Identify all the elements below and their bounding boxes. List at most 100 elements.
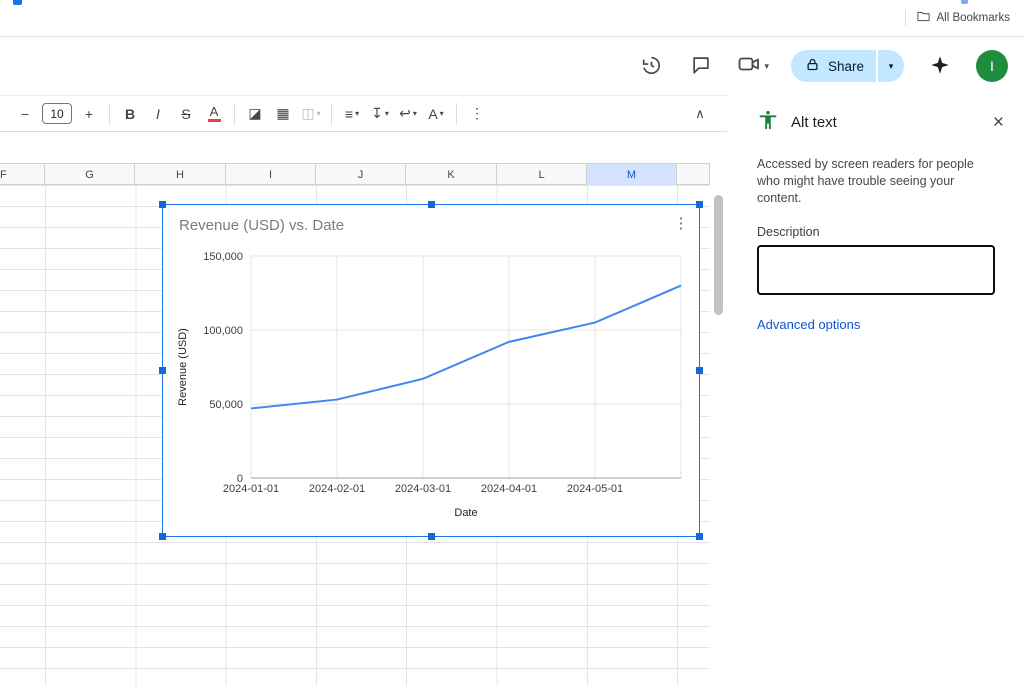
embedded-chart[interactable]: Revenue (USD) vs. Date ⋮ 050,000100,0001…	[162, 204, 700, 537]
comments-button[interactable]	[687, 52, 715, 80]
text-wrap-icon: ↩	[399, 105, 411, 122]
column-header-I[interactable]: I	[226, 164, 316, 185]
chart-plot: 050,000100,000150,0002024-01-012024-02-0…	[163, 205, 701, 538]
panel-title: Alt text	[791, 114, 981, 131]
svg-text:2024-05-01: 2024-05-01	[567, 483, 623, 495]
svg-text:Revenue (USD): Revenue (USD)	[177, 328, 189, 406]
increase-font-size-button[interactable]: +	[76, 101, 102, 127]
toolbar-divider	[109, 103, 110, 125]
toolbar-divider	[331, 103, 332, 125]
column-header-H[interactable]: H	[135, 164, 226, 185]
text-color-icon: A	[210, 105, 219, 118]
toolbar-divider	[456, 103, 457, 125]
increase-font-size-icon: +	[85, 106, 93, 122]
account-avatar[interactable]: I	[976, 50, 1008, 82]
advanced-options-link[interactable]: Advanced options	[757, 317, 860, 332]
column-header-J[interactable]: J	[316, 164, 406, 185]
merge-cells-button[interactable]: ◫▾	[298, 101, 324, 127]
lock-icon	[805, 57, 820, 75]
chart-resize-handle-e[interactable]	[696, 367, 703, 374]
svg-text:2024-01-01: 2024-01-01	[223, 483, 279, 495]
vertical-align-button[interactable]: ↧▾	[367, 101, 393, 127]
chart-resize-handle-w[interactable]	[159, 367, 166, 374]
gemini-button[interactable]	[926, 52, 954, 80]
app-header: ▾ Share ▾ I	[0, 37, 1024, 95]
dropdown-caret-icon: ▾	[413, 109, 417, 118]
bold-icon: B	[125, 106, 135, 122]
vertical-scrollbar[interactable]	[710, 185, 727, 686]
text-color-button[interactable]: A	[201, 101, 227, 127]
column-header-F[interactable]: F	[0, 164, 45, 185]
toolbar-divider	[234, 103, 235, 125]
history-icon	[640, 54, 662, 79]
dropdown-caret-icon: ▾	[355, 109, 359, 118]
more-toolbar-icon: ⋮	[470, 105, 484, 122]
share-label: Share	[828, 59, 864, 74]
svg-text:2024-04-01: 2024-04-01	[481, 483, 537, 495]
decrease-font-size-icon: −	[21, 106, 29, 122]
horizontal-align-icon: ≡	[345, 106, 353, 122]
chart-resize-handle-se[interactable]	[696, 533, 703, 540]
italic-icon: I	[156, 106, 160, 122]
borders-icon: ▦	[276, 105, 289, 122]
more-toolbar-button[interactable]: ⋮	[464, 101, 490, 127]
bookmark-bar-divider	[905, 10, 906, 26]
svg-text:2024-02-01: 2024-02-01	[309, 483, 365, 495]
fill-color-button[interactable]: ◪	[242, 101, 268, 127]
version-history-button[interactable]	[637, 52, 665, 80]
bookmarks-folder-icon	[916, 9, 931, 27]
close-panel-button[interactable]: ×	[993, 113, 1004, 132]
share-control: Share ▾	[791, 50, 904, 82]
chart-resize-handle-sw[interactable]	[159, 533, 166, 540]
column-header-L[interactable]: L	[497, 164, 587, 185]
comment-icon	[690, 54, 712, 79]
alt-text-panel: Alt text × Accessed by screen readers fo…	[737, 95, 1024, 686]
dropdown-caret-icon: ▾	[385, 109, 389, 118]
column-header-G[interactable]: G	[45, 164, 135, 185]
alt-text-description-input[interactable]	[757, 245, 995, 295]
chart-resize-handle-n[interactable]	[428, 201, 435, 208]
vertical-align-icon: ↧	[371, 105, 383, 122]
horizontal-align-button[interactable]: ≡▾	[339, 101, 365, 127]
dropdown-caret-icon: ▾	[317, 109, 321, 118]
svg-text:2024-03-01: 2024-03-01	[395, 483, 451, 495]
column-headers: FGHIJKLM	[0, 163, 710, 185]
borders-button[interactable]: ▦	[270, 101, 296, 127]
chevron-down-icon: ▾	[764, 61, 769, 72]
chart-resize-handle-nw[interactable]	[159, 201, 166, 208]
panel-description-text: Accessed by screen readers for people wh…	[757, 156, 999, 207]
column-header-M[interactable]: M	[587, 164, 677, 185]
browser-tab-remnant	[961, 0, 968, 4]
share-button[interactable]: Share	[791, 50, 876, 82]
text-wrap-button[interactable]: ↩▾	[395, 101, 421, 127]
formatting-toolbar: −10+BISA◪▦◫▾≡▾↧▾↩▾A▾⋮ ∧	[0, 95, 727, 132]
bold-button[interactable]: B	[117, 101, 143, 127]
chart-resize-handle-s[interactable]	[428, 533, 435, 540]
browser-bookmark-bar: All Bookmarks	[0, 0, 1024, 37]
panel-header: Alt text ×	[757, 109, 1004, 136]
merge-cells-icon: ◫	[301, 105, 314, 122]
share-dropdown-button[interactable]: ▾	[878, 50, 904, 82]
scrollbar-thumb[interactable]	[714, 195, 723, 315]
all-bookmarks-button[interactable]: All Bookmarks	[916, 9, 1011, 27]
italic-button[interactable]: I	[145, 101, 171, 127]
sparkle-icon	[930, 55, 950, 78]
text-rotation-button[interactable]: A▾	[423, 101, 449, 127]
dropdown-caret-icon: ▾	[440, 109, 444, 118]
accessibility-icon	[757, 109, 779, 136]
decrease-font-size-button[interactable]: −	[12, 101, 38, 127]
column-header-partial[interactable]	[677, 164, 710, 185]
text-rotation-icon: A	[428, 106, 437, 122]
all-bookmarks-label: All Bookmarks	[937, 12, 1011, 24]
meet-presentation-button[interactable]: ▾	[737, 52, 769, 81]
chevron-down-icon: ▾	[889, 61, 894, 72]
font-size-input[interactable]: 10	[42, 103, 72, 124]
toolbar-items: −10+BISA◪▦◫▾≡▾↧▾↩▾A▾⋮	[0, 96, 490, 131]
column-header-K[interactable]: K	[406, 164, 497, 185]
browser-tab-remnant	[13, 0, 22, 5]
text-color-swatch	[208, 119, 221, 122]
strikethrough-button[interactable]: S	[173, 101, 199, 127]
collapse-toolbar-button[interactable]: ∧	[687, 101, 713, 127]
chart-resize-handle-ne[interactable]	[696, 201, 703, 208]
svg-text:Date: Date	[454, 507, 477, 519]
